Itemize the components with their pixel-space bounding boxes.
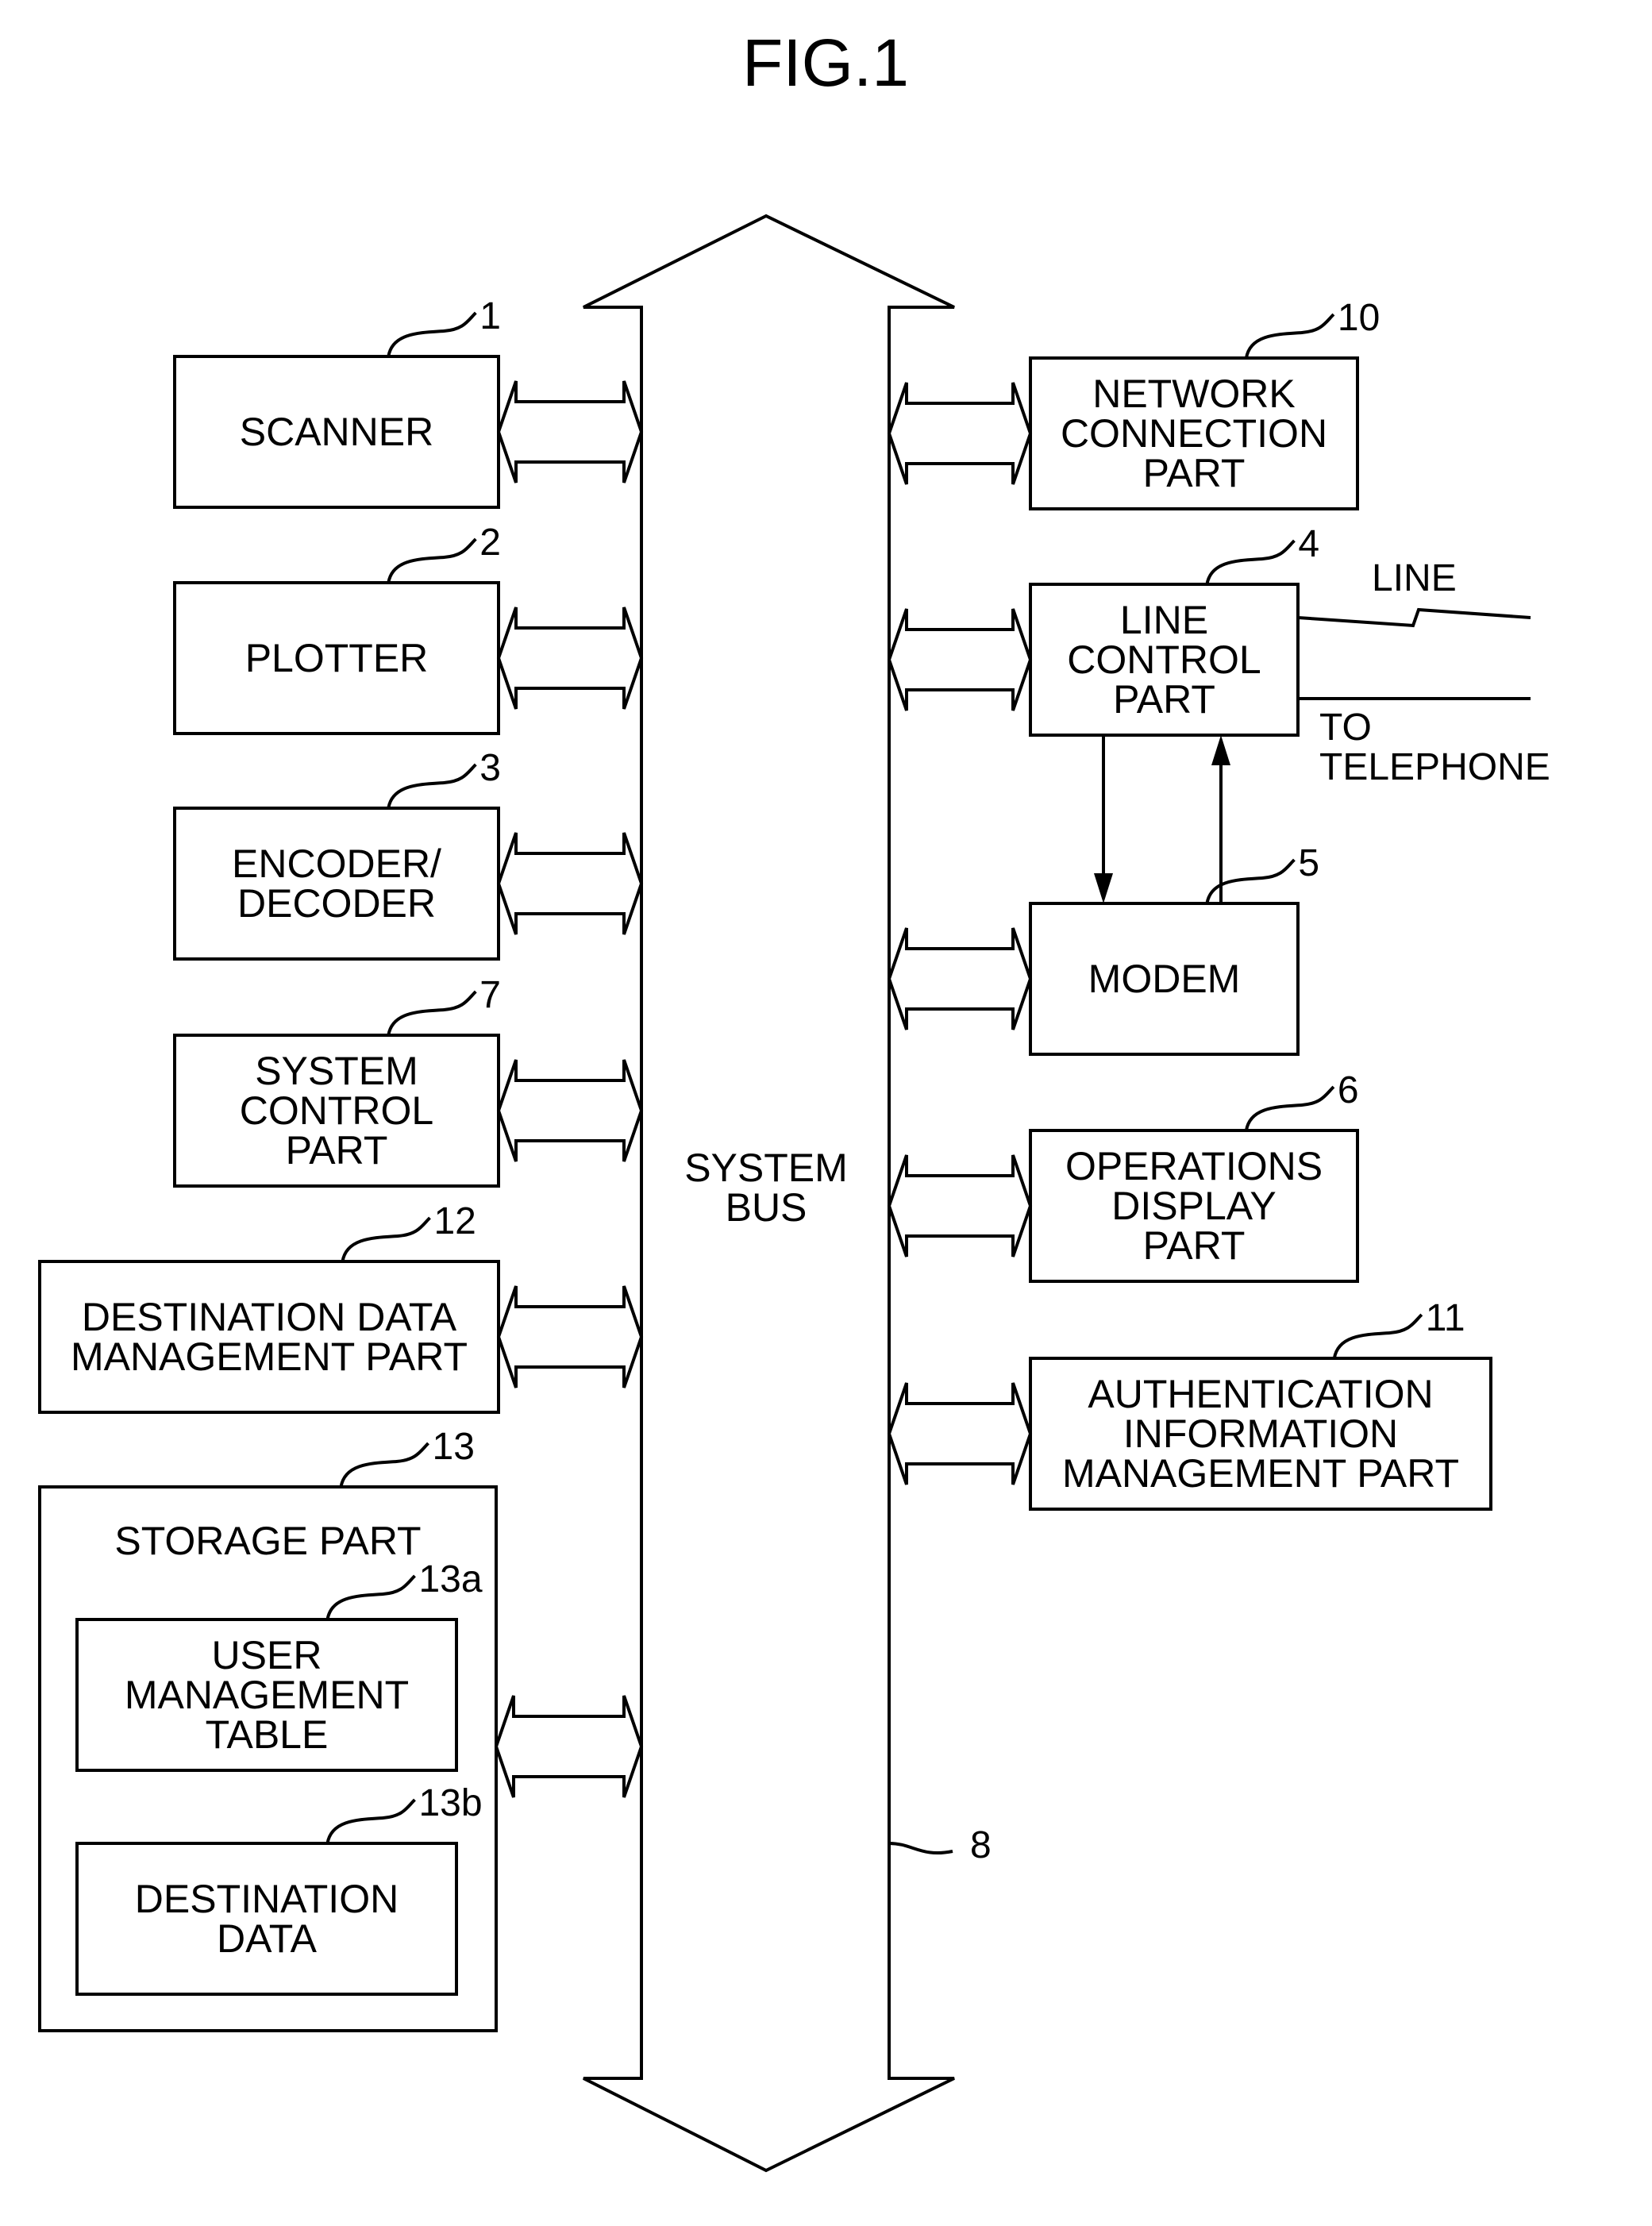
to-telephone-label-1: TO xyxy=(1319,707,1372,749)
operations-ref-leader xyxy=(1244,1085,1335,1131)
operations-block: OPERATIONSDISPLAYPART 6 xyxy=(1029,1069,1359,1283)
network-label-1: NETWORK xyxy=(1092,372,1296,416)
encoder-label-1: ENCODER/ xyxy=(232,841,441,886)
storage-ref: 13 xyxy=(433,1426,475,1468)
system-bus-label-2: BUS xyxy=(726,1185,807,1230)
scanner-bus-connector xyxy=(496,380,644,483)
authentication-bus-connector xyxy=(887,1382,1033,1485)
line-control-block: LINECONTROLPART 4 xyxy=(1029,523,1319,737)
destination-mgmt-label-1: DESTINATION DATA xyxy=(82,1295,457,1339)
modem-block: MODEM 5 xyxy=(1029,842,1319,1056)
bus-ref-leader xyxy=(888,1842,953,1855)
encoder-ref: 3 xyxy=(479,747,501,789)
line-control-ref: 4 xyxy=(1298,523,1319,565)
plotter-block: PLOTTER 2 xyxy=(173,522,501,735)
operations-bus-connector xyxy=(887,1154,1033,1257)
destination-data-label-2: DATA xyxy=(217,1916,318,1961)
user-table-label-2: MANAGEMENT xyxy=(125,1673,409,1717)
system-control-label-2: CONTROL xyxy=(240,1088,433,1133)
network-block: NETWORKCONNECTIONPART 10 xyxy=(1029,297,1380,510)
user-table-label-3: TABLE xyxy=(206,1712,329,1757)
arrowhead-down xyxy=(1094,873,1113,903)
destination-data-label-1: DESTINATION xyxy=(135,1877,399,1921)
storage-bus-connector xyxy=(494,1695,644,1798)
destination-mgmt-label-2: MANAGEMENT PART xyxy=(71,1334,468,1379)
plotter-ref-leader xyxy=(387,537,477,583)
operations-label-3: PART xyxy=(1143,1223,1246,1268)
figure-title: FIG.1 xyxy=(742,25,909,100)
plotter-bus-connector xyxy=(496,607,644,710)
bus-ref: 8 xyxy=(970,1824,992,1866)
line-control-label-1: LINE xyxy=(1120,598,1208,642)
operations-label-2: DISPLAY xyxy=(1111,1184,1277,1228)
scanner-block: SCANNER 1 xyxy=(173,295,501,509)
encoder-label-2: DECODER xyxy=(237,881,436,926)
destination-data-ref: 13b xyxy=(418,1782,482,1824)
operations-ref: 6 xyxy=(1338,1069,1359,1111)
line-control-label-2: CONTROL xyxy=(1067,637,1261,682)
network-label-2: CONNECTION xyxy=(1061,411,1327,456)
scanner-label-1: SCANNER xyxy=(240,410,433,454)
line-control-ref-leader xyxy=(1205,539,1296,585)
network-ref: 10 xyxy=(1338,297,1380,339)
arrowhead-up xyxy=(1211,735,1230,765)
user-table-ref: 13a xyxy=(418,1558,482,1600)
encoder-bus-connector xyxy=(496,832,644,935)
system-control-ref: 7 xyxy=(479,974,501,1016)
scanner-ref-leader xyxy=(387,311,477,357)
operations-label-1: OPERATIONS xyxy=(1065,1144,1323,1188)
line-control-label-3: PART xyxy=(1113,677,1215,722)
line-label: LINE xyxy=(1372,557,1457,599)
plotter-label-1: PLOTTER xyxy=(245,636,429,680)
plotter-ref: 2 xyxy=(479,522,501,564)
telephone-line-wire xyxy=(1297,607,1531,628)
authentication-label-1: AUTHENTICATION xyxy=(1088,1372,1433,1416)
system-control-label-3: PART xyxy=(286,1128,388,1173)
destination-mgmt-block: DESTINATION DATAMANAGEMENT PART 12 xyxy=(38,1200,500,1414)
authentication-block: AUTHENTICATIONINFORMATIONMANAGEMENT PART… xyxy=(1029,1297,1492,1511)
line-control-bus-connector xyxy=(887,608,1033,711)
system-control-block: SYSTEMCONTROLPART 7 xyxy=(173,974,501,1188)
storage-label-1: STORAGE PART xyxy=(114,1519,421,1563)
system-control-ref-leader xyxy=(387,990,477,1036)
user-table-label-1: USER xyxy=(212,1633,322,1677)
to-telephone-label-2: TELEPHONE xyxy=(1319,746,1550,788)
system-control-bus-connector xyxy=(496,1059,644,1162)
authentication-label-2: INFORMATION xyxy=(1123,1411,1398,1456)
system-control-label-1: SYSTEM xyxy=(255,1049,418,1093)
encoder-block: ENCODER/DECODER 3 xyxy=(173,747,501,961)
destination-mgmt-ref-leader xyxy=(341,1216,431,1262)
encoder-ref-leader xyxy=(387,763,477,809)
authentication-ref: 11 xyxy=(1426,1297,1465,1339)
destination-mgmt-bus-connector xyxy=(496,1285,644,1388)
authentication-label-3: MANAGEMENT PART xyxy=(1062,1451,1459,1496)
network-ref-leader xyxy=(1244,313,1335,359)
storage-ref-leader xyxy=(339,1442,429,1488)
modem-ref: 5 xyxy=(1298,842,1319,884)
authentication-ref-leader xyxy=(1332,1313,1423,1359)
network-label-3: PART xyxy=(1143,451,1246,495)
destination-mgmt-ref: 12 xyxy=(433,1200,476,1242)
block-diagram: FIG.1 SYSTEM BUS 8 SCANNER 1 PLOTTER 2 ENCOD… xyxy=(38,25,1550,2173)
modem-bus-connector xyxy=(887,927,1033,1030)
network-bus-connector xyxy=(887,382,1033,485)
scanner-ref: 1 xyxy=(479,295,501,337)
system-bus-label-1: SYSTEM xyxy=(684,1146,848,1190)
modem-label-1: MODEM xyxy=(1088,957,1241,1001)
